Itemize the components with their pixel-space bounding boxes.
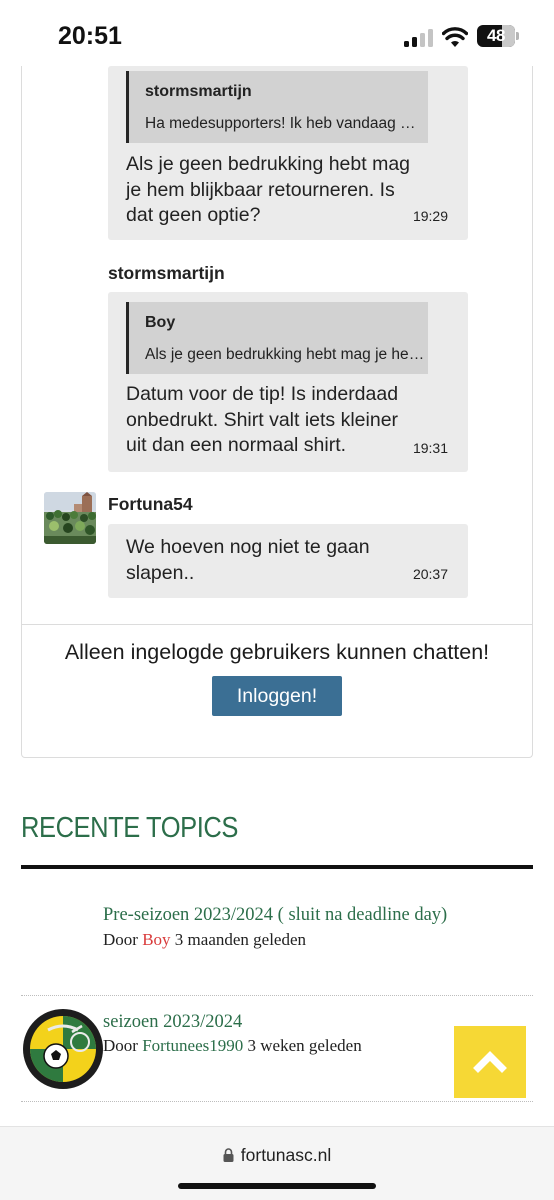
quote-author: stormsmartijn bbox=[145, 83, 252, 100]
topic-meta: Door Boy 3 maanden geleden bbox=[103, 930, 307, 949]
chat-message: Boy Als je geen bedrukking hebt mag je h… bbox=[108, 292, 468, 472]
topic-title-link[interactable]: seizoen 2023/2024 bbox=[103, 1012, 242, 1033]
topic-meta: Door Fortunees1990 3 weken geleden bbox=[103, 1036, 362, 1055]
topic-user-link[interactable]: Boy bbox=[142, 930, 170, 949]
quoted-message[interactable]: Boy Als je geen bedrukking hebt mag je h… bbox=[126, 302, 428, 374]
fortuna-sittard-logo-icon[interactable] bbox=[22, 1008, 104, 1090]
status-time: 20:51 bbox=[58, 22, 122, 50]
topic-user-link[interactable]: Fortunees1990 bbox=[142, 1036, 243, 1055]
battery-tip bbox=[516, 32, 519, 40]
message-time: 19:29 bbox=[412, 208, 448, 224]
chat-message: We hoeven nog niet te gaan slapen.. 20:3… bbox=[108, 524, 468, 598]
quote-author: Boy bbox=[145, 314, 176, 331]
chat-message: stormsmartijn Ha medesupporters! Ik heb … bbox=[108, 66, 468, 240]
crowd-photo-icon bbox=[44, 492, 96, 544]
browser-bar: fortunasc.nl bbox=[0, 1126, 554, 1200]
message-author: stormsmartijn bbox=[108, 263, 225, 283]
message-time: 20:37 bbox=[412, 566, 448, 582]
url-bar[interactable]: fortunasc.nl bbox=[0, 1145, 554, 1166]
chat-panel: stormsmartijn Ha medesupporters! Ik heb … bbox=[21, 66, 533, 758]
login-button[interactable]: Inloggen! bbox=[212, 676, 342, 716]
scroll-to-top-button[interactable] bbox=[454, 1026, 526, 1098]
user-avatar[interactable] bbox=[44, 492, 96, 544]
message-text: We hoeven nog niet te gaan slapen.. bbox=[126, 536, 370, 584]
divider bbox=[21, 1101, 533, 1102]
section-title: RECENTE TOPICS bbox=[21, 812, 238, 844]
battery-level: 48 bbox=[487, 26, 505, 45]
wifi-icon bbox=[442, 27, 468, 47]
message-text: Als je geen bedrukking hebt mag je hem b… bbox=[126, 153, 411, 226]
status-bar: 20:51 48 bbox=[0, 0, 554, 66]
chevron-up-icon bbox=[473, 1051, 507, 1073]
message-author: Fortuna54 bbox=[108, 494, 193, 514]
divider bbox=[22, 624, 532, 625]
section-rule bbox=[21, 865, 533, 869]
url-text: fortunasc.nl bbox=[240, 1145, 332, 1165]
divider bbox=[21, 995, 533, 996]
quoted-message[interactable]: stormsmartijn Ha medesupporters! Ik heb … bbox=[126, 71, 428, 143]
quote-text: Ha medesupporters! Ik heb vandaag mijn s… bbox=[145, 115, 425, 132]
signal-icon bbox=[404, 29, 434, 47]
message-time: 19:31 bbox=[412, 440, 448, 456]
topic-title-link[interactable]: Pre-seizoen 2023/2024 ( sluit na deadlin… bbox=[103, 905, 447, 926]
lock-icon bbox=[223, 1148, 234, 1162]
home-indicator[interactable] bbox=[178, 1183, 376, 1189]
message-text: Datum voor de tip! Is inderdaad onbedruk… bbox=[126, 383, 399, 456]
login-note: Alleen ingelogde gebruikers kunnen chatt… bbox=[64, 640, 490, 664]
battery-icon: 48 bbox=[477, 25, 515, 47]
quote-text: Als je geen bedrukking hebt mag je hem b… bbox=[145, 346, 425, 363]
